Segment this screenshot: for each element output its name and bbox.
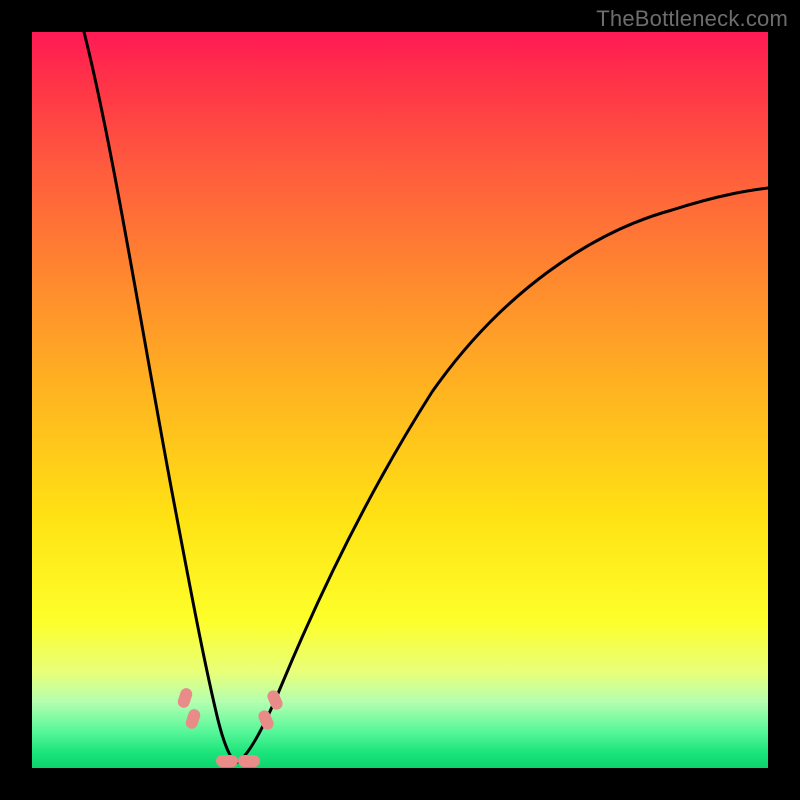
data-point-valley-b: [238, 755, 260, 767]
data-point-left-b: [184, 708, 202, 731]
data-point-right-a: [256, 708, 275, 731]
data-point-right-b: [265, 688, 284, 711]
curve-layer: [32, 32, 768, 768]
chart-frame: TheBottleneck.com: [0, 0, 800, 800]
data-point-valley-a: [216, 755, 238, 767]
curve-left-branch: [84, 32, 236, 763]
data-point-left-a: [176, 687, 194, 710]
watermark-text: TheBottleneck.com: [596, 6, 788, 32]
curve-right-branch: [236, 188, 768, 763]
plot-area: [32, 32, 768, 768]
